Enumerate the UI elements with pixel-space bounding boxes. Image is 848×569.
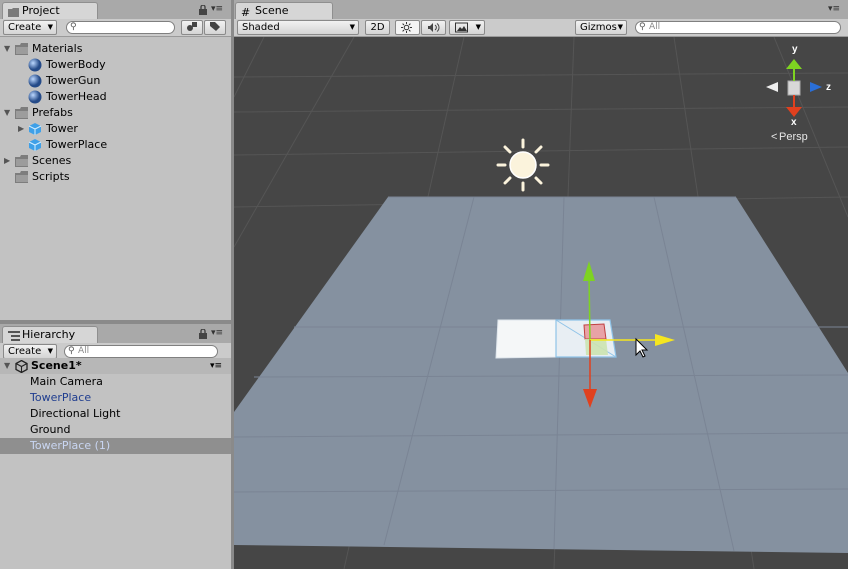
tab-hierarchy[interactable]: Hierarchy — [2, 326, 98, 343]
mode-2d-toggle[interactable]: 2D — [365, 20, 390, 35]
create-button-label: Create — [8, 22, 42, 33]
project-panel: Project ▾≡ Create ▼ ⚲ ▼ Materials TowerB… — [0, 0, 231, 320]
unity-scene-icon — [15, 359, 28, 378]
hierarchy-item-directional-light[interactable]: Directional Light — [30, 406, 120, 422]
tab-hierarchy-label: Hierarchy — [22, 328, 76, 341]
search-icon: ⚲ — [639, 22, 646, 32]
hierarchy-item-label: TowerPlace (1) — [30, 439, 111, 452]
collapsed-arrow-icon[interactable]: ▶ — [4, 153, 10, 169]
sun-icon — [401, 22, 412, 37]
effects-toggle[interactable]: ▼ — [449, 20, 485, 35]
gizmos-label: Gizmos — [580, 22, 617, 33]
hierarchy-panel: Hierarchy ▾≡ Create ▼ ⚲ All ▼ Scene1* ▾≡… — [0, 324, 231, 569]
folder-icon — [15, 171, 29, 188]
hierarchy-item-label: Directional Light — [30, 407, 121, 420]
expanded-arrow-icon[interactable]: ▼ — [4, 105, 10, 121]
tree-item-label: TowerGun — [46, 74, 101, 87]
project-toolbar: Create ▼ ⚲ — [0, 19, 231, 37]
scene-header[interactable]: ▼ Scene1* ▾≡ — [0, 358, 231, 374]
create-button[interactable]: Create ▼ — [3, 20, 57, 35]
filter-type-icon — [186, 22, 198, 35]
hierarchy-item-towerplace-1[interactable]: TowerPlace (1) — [30, 438, 110, 454]
search-input[interactable]: ⚲ All — [64, 345, 218, 358]
tree-item-label: TowerPlace — [46, 138, 108, 151]
directional-light-sun-icon[interactable] — [496, 138, 550, 192]
expanded-arrow-icon[interactable]: ▼ — [4, 41, 10, 57]
scene-menu-icon[interactable]: ▾≡ — [210, 358, 222, 374]
tab-scene-label: Scene — [255, 4, 289, 17]
towerplace-objects[interactable] — [495, 319, 617, 359]
shading-mode-label: Shaded — [242, 22, 280, 33]
speaker-icon — [427, 22, 440, 37]
create-button-label: Create — [8, 346, 42, 357]
scene-search-input[interactable]: ⚲ All — [635, 21, 841, 34]
project-tabbar: Project ▾≡ — [0, 0, 231, 19]
collapsed-arrow-icon[interactable]: ▶ — [18, 121, 24, 137]
tree-item-label: Tower — [46, 122, 78, 135]
hierarchy-item-main-camera[interactable]: Main Camera — [30, 374, 103, 390]
projection-label[interactable]: Persp — [779, 131, 808, 143]
create-button[interactable]: Create ▼ — [3, 344, 57, 359]
lighting-toggle[interactable] — [395, 20, 420, 35]
folder-icon — [15, 155, 29, 172]
hierarchy-item-towerplace[interactable]: TowerPlace — [30, 390, 91, 406]
lock-icon[interactable] — [199, 328, 207, 342]
filter-by-type-button[interactable] — [181, 20, 203, 35]
tab-project-label: Project — [22, 4, 60, 17]
panel-menu-icon[interactable]: ▾≡ — [828, 4, 840, 14]
lock-icon[interactable] — [199, 4, 207, 18]
tree-item-label: Scripts — [32, 170, 70, 183]
tree-item-label: Prefabs — [32, 106, 73, 119]
hierarchy-item-label: Main Camera — [30, 375, 103, 388]
hierarchy-item-ground[interactable]: Ground — [30, 422, 70, 438]
tag-icon — [209, 22, 221, 35]
tab-project[interactable]: Project — [2, 2, 98, 19]
mode-2d-label: 2D — [370, 22, 385, 33]
search-placeholder: All — [78, 346, 90, 356]
hierarchy-item-label: TowerPlace — [30, 391, 92, 404]
tab-scene[interactable]: # Scene — [235, 2, 333, 19]
dropdown-arrow-icon: ▼ — [47, 347, 53, 355]
dropdown-arrow-icon: ▼ — [617, 23, 623, 31]
scene-viewport[interactable]: y z x < Persp — [234, 37, 848, 569]
gizmo-y-label: y — [792, 44, 798, 55]
scene-panel: # Scene ▾≡ Shaded ▼ 2D ▼ Gizmos ▼ ⚲ All — [234, 0, 848, 37]
audio-toggle[interactable] — [421, 20, 446, 35]
gizmo-z-label: z — [826, 82, 831, 93]
dropdown-arrow-icon: ▼ — [47, 23, 53, 31]
folder-icon — [15, 43, 29, 60]
scene-canvas[interactable]: y z x < Persp — [234, 37, 848, 569]
dropdown-arrow-icon: ▼ — [349, 23, 355, 31]
panel-menu-icon[interactable]: ▾≡ — [211, 4, 223, 14]
image-icon — [455, 22, 468, 37]
gizmo-x-label: x — [791, 117, 797, 128]
search-placeholder: All — [649, 22, 661, 32]
filter-by-label-button[interactable] — [204, 20, 226, 35]
hierarchy-tabbar: Hierarchy ▾≡ — [0, 324, 231, 343]
gizmos-dropdown[interactable]: Gizmos ▼ — [575, 20, 627, 35]
search-icon: ⚲ — [68, 346, 75, 356]
search-input[interactable]: ⚲ — [66, 21, 175, 34]
tree-item-label: TowerHead — [46, 90, 107, 103]
tree-item-label: Scenes — [32, 154, 72, 167]
tree-item-label: Materials — [32, 42, 83, 55]
gizmo-persp-arrow[interactable]: < — [771, 131, 777, 143]
scene-toolbar: Shaded ▼ 2D ▼ Gizmos ▼ ⚲ All — [234, 19, 848, 37]
tree-item-label: TowerBody — [46, 58, 106, 71]
scene-name: Scene1* — [31, 359, 82, 372]
shading-mode-dropdown[interactable]: Shaded ▼ — [237, 20, 359, 35]
panel-menu-icon[interactable]: ▾≡ — [211, 328, 223, 338]
dropdown-arrow-icon: ▼ — [475, 23, 481, 31]
search-icon: ⚲ — [70, 22, 77, 32]
hierarchy-item-label: Ground — [30, 423, 71, 436]
expanded-arrow-icon[interactable]: ▼ — [4, 358, 10, 374]
